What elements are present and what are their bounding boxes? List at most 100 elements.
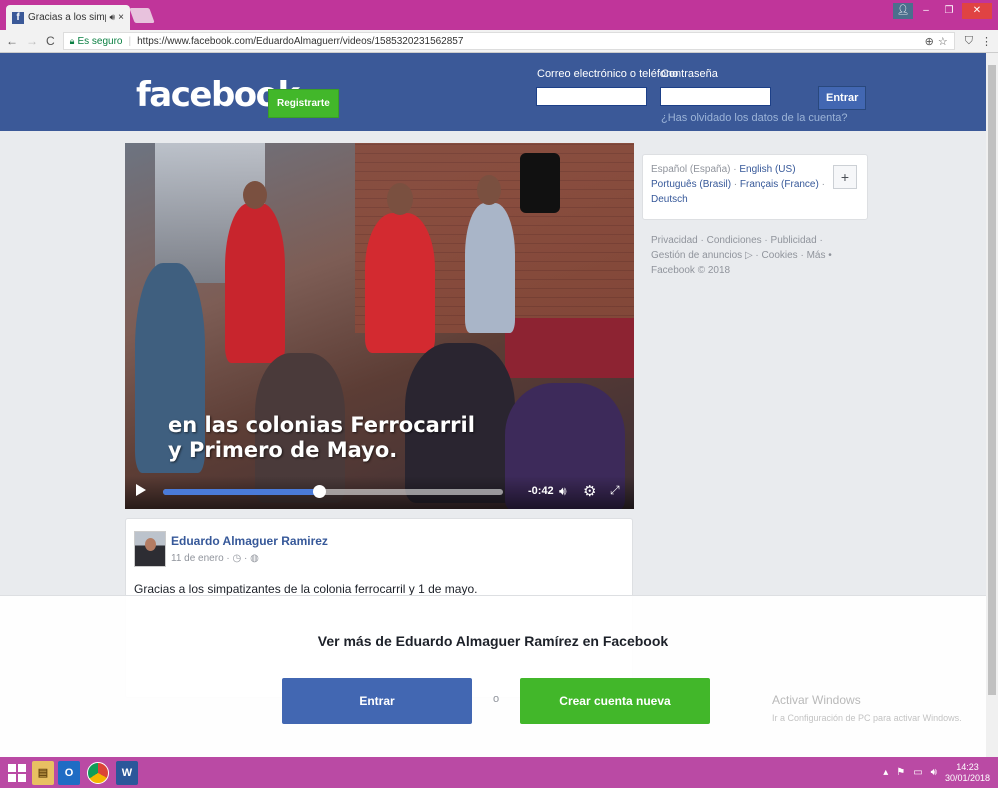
chrome-menu-icon[interactable]: ⋮ xyxy=(981,35,992,48)
speaker-icon[interactable]: 🔊︎ xyxy=(109,12,115,23)
browser-toolbar: ← → C 🔒︎ Es seguro | https://www.faceboo… xyxy=(0,30,998,53)
chrome-taskbar-button[interactable] xyxy=(84,761,112,785)
page-viewport: facebook Registrarte Correo electrónico … xyxy=(0,53,986,757)
post-text: Gracias a los simpatizantes de la coloni… xyxy=(134,582,478,596)
video-scrubber-handle[interactable] xyxy=(313,485,327,498)
post-author-link[interactable]: Eduardo Almaguer Ramirez xyxy=(171,534,328,548)
url-text: https://www.facebook.com/EduardoAlmaguer… xyxy=(137,35,464,47)
password-label: Contraseña xyxy=(661,68,718,80)
login-button[interactable]: Entrar xyxy=(818,86,867,110)
video-frame-table xyxy=(505,318,634,378)
language-link[interactable]: English (US) xyxy=(739,164,795,175)
clock-date: 30/01/2018 xyxy=(944,772,990,783)
minimize-button[interactable]: – xyxy=(916,3,936,19)
video-frame-person xyxy=(365,213,435,353)
post-meta: 11 de enero · ◷ · ◍ xyxy=(171,553,259,564)
taskbar-clock[interactable]: 14:23 30/01/2018 xyxy=(945,762,990,784)
avatar[interactable] xyxy=(134,531,166,567)
video-progress-fill xyxy=(163,489,320,495)
new-tab-button[interactable] xyxy=(129,8,155,23)
activate-windows-subtitle: Ir a Configuración de PC para activar Wi… xyxy=(772,713,962,723)
footer-link[interactable]: Más xyxy=(807,250,826,261)
email-field[interactable] xyxy=(536,87,647,106)
word-icon[interactable]: W xyxy=(116,760,138,785)
video-frame-person xyxy=(243,181,267,209)
post-date[interactable]: 11 de enero xyxy=(171,553,224,564)
volume-icon[interactable]: 🔊︎ xyxy=(559,484,567,499)
footer-link[interactable]: Gestión de anuncios xyxy=(651,250,742,261)
outlook-icon[interactable]: O xyxy=(58,760,80,785)
browser-tab[interactable]: f Gracias a los simpatiz 🔊︎ × xyxy=(6,5,130,30)
video-frame-speaker xyxy=(520,153,560,213)
extension-shield-icon[interactable]: ⛉ xyxy=(965,35,973,48)
video-caption-line: y Primero de Mayo. xyxy=(168,438,398,462)
language-current: Español (España) xyxy=(651,164,731,175)
file-explorer-icon[interactable]: ▤ xyxy=(32,760,54,785)
windows-start-icon[interactable] xyxy=(6,763,28,782)
settings-gear-icon[interactable]: ⚙ xyxy=(583,482,596,500)
video-caption: en las colonias Ferrocarril y Primero de… xyxy=(168,413,475,463)
email-label: Correo electrónico o teléfono xyxy=(537,68,679,80)
flag-icon[interactable]: ⚑ xyxy=(896,767,905,778)
tab-title: Gracias a los simpatiz xyxy=(28,12,106,23)
lock-icon: 🔒︎ xyxy=(69,35,75,46)
footer-link[interactable]: Condiciones xyxy=(707,235,762,246)
footer-link[interactable]: Publicidad xyxy=(771,235,817,246)
create-account-button[interactable]: Crear cuenta nueva xyxy=(520,678,710,724)
language-link[interactable]: Français (France) xyxy=(740,179,819,190)
bookmark-star-icon[interactable]: ☆ xyxy=(938,35,948,48)
browser-tab-strip: f Gracias a los simpatiz 🔊︎ × 👤︎ – ❐ ✕ xyxy=(0,0,998,30)
video-frame-person xyxy=(477,175,501,205)
overlay-title: Ver más de Eduardo Almaguer Ramírez en F… xyxy=(317,633,669,649)
close-window-button[interactable]: ✕ xyxy=(962,3,992,19)
back-icon[interactable]: ← xyxy=(6,34,18,48)
network-icon[interactable]: ▭ xyxy=(913,767,922,778)
forward-icon[interactable]: → xyxy=(26,34,38,48)
address-bar[interactable]: 🔒︎ Es seguro | https://www.facebook.com/… xyxy=(62,32,955,50)
system-tray: ▴ ⚑ ▭ 🔊︎ 14:23 30/01/2018 xyxy=(883,757,990,788)
tab-close-icon[interactable]: × xyxy=(118,12,124,23)
scrollbar-thumb[interactable] xyxy=(988,65,996,695)
footer-links: Privacidad · Condiciones · Publicidad · … xyxy=(651,235,832,276)
overlay-or-text: o xyxy=(493,693,500,705)
globe-icon: ◍ xyxy=(250,553,259,564)
clock-icon: · ◷ · xyxy=(226,553,251,564)
video-frame-person xyxy=(387,183,413,215)
play-icon[interactable] xyxy=(136,484,146,496)
register-button[interactable]: Registrarte xyxy=(268,89,339,118)
tray-arrow-icon[interactable]: ▴ xyxy=(883,767,888,778)
chrome-icon xyxy=(87,761,109,784)
window-controls: 👤︎ – ❐ ✕ xyxy=(893,3,992,19)
reload-icon[interactable]: C xyxy=(46,34,55,48)
login-prompt-overlay: Ver más de Eduardo Almaguer Ramírez en F… xyxy=(0,595,986,757)
forgot-account-link[interactable]: ¿Has olvidado los datos de la cuenta? xyxy=(661,112,848,124)
url-separator: | xyxy=(128,35,132,47)
zoom-icon[interactable]: ⊕ xyxy=(925,35,934,48)
more-languages-button[interactable]: + xyxy=(833,165,857,189)
password-field[interactable] xyxy=(660,87,771,106)
page-scrollbar[interactable] xyxy=(986,53,998,757)
video-caption-line: en las colonias Ferrocarril xyxy=(168,413,475,437)
video-time-remaining: -0:42 xyxy=(528,485,554,497)
copyright: Facebook © 2018 xyxy=(651,265,731,276)
video-frame-person xyxy=(465,203,515,333)
footer-link[interactable]: Privacidad xyxy=(651,235,698,246)
video-progress-bar[interactable] xyxy=(163,485,503,498)
volume-tray-icon[interactable]: 🔊︎ xyxy=(931,767,937,778)
restore-button[interactable]: ❐ xyxy=(939,3,959,19)
video-controls: -0:42 🔊︎ ⚙ ⤢ xyxy=(125,476,634,509)
secure-label: Es seguro xyxy=(77,35,123,47)
user-profile-icon[interactable]: 👤︎ xyxy=(893,3,913,19)
fullscreen-icon[interactable]: ⤢ xyxy=(610,483,620,498)
facebook-header: facebook Registrarte Correo electrónico … xyxy=(0,53,986,131)
facebook-favicon-icon: f xyxy=(12,11,24,24)
clock-time: 14:23 xyxy=(956,761,979,772)
language-link[interactable]: Deutsch xyxy=(651,194,688,205)
overlay-login-button[interactable]: Entrar xyxy=(282,678,472,724)
video-player[interactable]: en las colonias Ferrocarril y Primero de… xyxy=(125,143,634,509)
footer-link[interactable]: Cookies xyxy=(762,250,798,261)
ad-choices-icon[interactable]: ▷ xyxy=(745,250,753,261)
language-link[interactable]: Português (Brasil) xyxy=(651,179,731,190)
windows-taskbar: ▤ O W ▴ ⚑ ▭ 🔊︎ 14:23 30/01/2018 xyxy=(0,757,998,788)
activate-windows-title: Activar Windows xyxy=(772,693,861,707)
